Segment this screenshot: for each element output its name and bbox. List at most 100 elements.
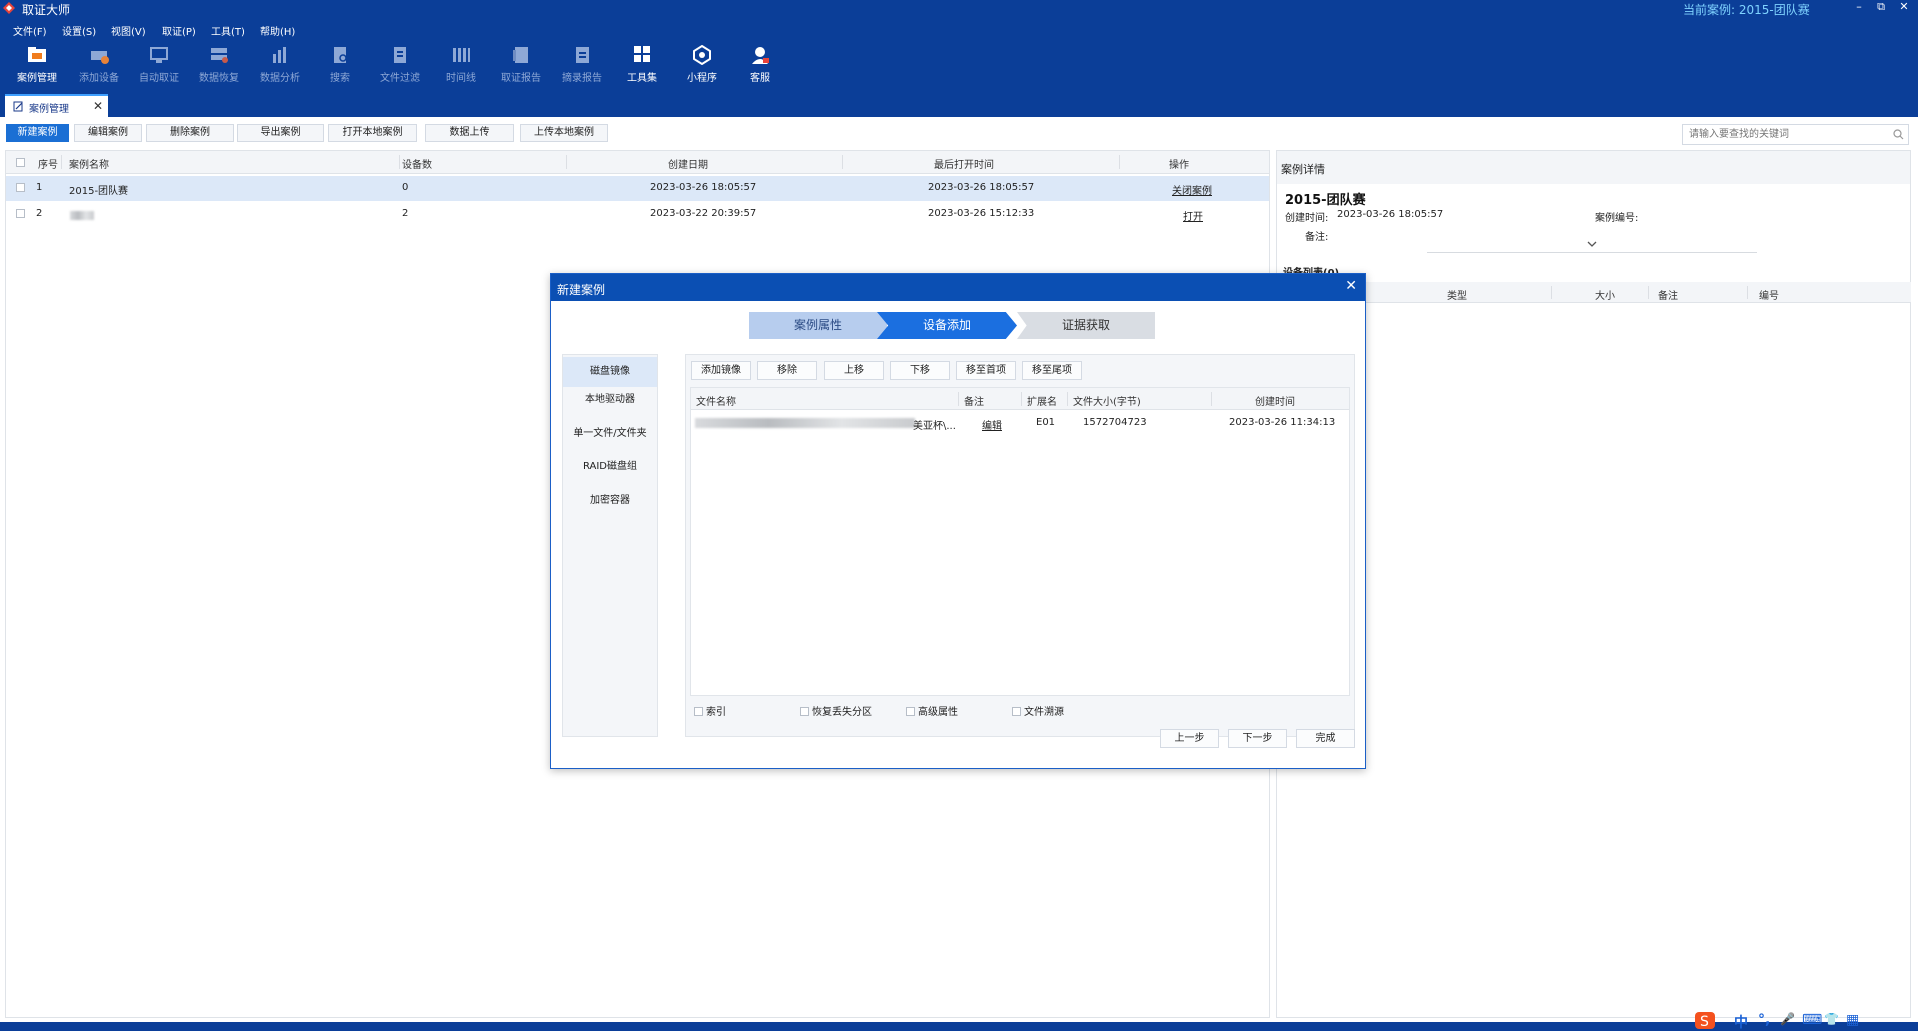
row-last-opened: 2023-03-26 15:12:33 (928, 208, 1035, 219)
blurred-case-name (70, 211, 94, 220)
side-item-single-file[interactable]: 单一文件/文件夹 (563, 419, 657, 449)
open-local-case-button[interactable]: 打开本地案例 (328, 124, 417, 142)
side-item-local-drive[interactable]: 本地驱动器 (563, 385, 657, 415)
device-type-list: 磁盘镜像 本地驱动器 单一文件/文件夹 RAID磁盘组 加密容器 (562, 354, 658, 737)
previous-step-button[interactable]: 上一步 (1160, 729, 1219, 748)
side-item-disk-image[interactable]: 磁盘镜像 (563, 357, 657, 387)
ime-chinese-mode[interactable]: 中 (1734, 1012, 1748, 1031)
file-name: 美亚杯\... (913, 421, 956, 432)
menu-forensics[interactable]: 取证(P) (162, 23, 196, 38)
tool-add-device[interactable]: 添加设备 (74, 45, 124, 91)
col-type: 类型 (1447, 291, 1467, 302)
move-to-last-button[interactable]: 移至尾项 (1022, 361, 1082, 380)
menu-tools[interactable]: 工具(T) (211, 23, 245, 38)
tool-report[interactable]: 取证报告 (496, 45, 546, 91)
close-case-link[interactable]: 关闭案例 (1172, 182, 1212, 197)
ime-punctuation-mode[interactable]: °, (1758, 1012, 1770, 1028)
search-input[interactable] (1683, 125, 1883, 144)
row-checkbox[interactable] (16, 183, 25, 192)
option-recover-partition[interactable]: 恢复丢失分区 (800, 703, 872, 718)
sogou-logo-icon[interactable]: S (1694, 1010, 1716, 1030)
checkbox[interactable] (694, 707, 703, 716)
title-bar: 取证大师 当前案例: 2015-团队赛 – ⧉ ✕ (0, 0, 1918, 17)
row-checkbox[interactable] (16, 209, 25, 218)
step-case-properties[interactable]: 案例属性 (749, 312, 887, 339)
minimize-button[interactable]: – (1850, 0, 1868, 16)
step-evidence-acquisition[interactable]: 证据获取 (1017, 312, 1155, 339)
remark-field[interactable] (1427, 252, 1757, 253)
tool-file-filter[interactable]: 文件过滤 (375, 45, 425, 91)
move-to-first-button[interactable]: 移至首项 (956, 361, 1016, 380)
export-case-button[interactable]: 导出案例 (237, 124, 324, 142)
new-case-button[interactable]: 新建案例 (6, 124, 69, 142)
close-icon[interactable]: ✕ (1345, 278, 1357, 294)
case-table-header: 序号 案例名称 设备数 创建日期 最后打开时间 操作 (6, 151, 1269, 174)
table-row[interactable]: 1 2015-团队赛 0 2023-03-26 18:05:57 2023-03… (6, 176, 1269, 201)
image-panel: 添加镜像 移除 上移 下移 移至首项 移至尾项 文件名称 备注 扩展名 文件大小… (685, 354, 1355, 737)
edit-remark-link[interactable]: 编辑 (982, 417, 1002, 432)
data-upload-button[interactable]: 数据上传 (425, 124, 514, 142)
finish-button[interactable]: 完成 (1296, 729, 1355, 748)
menu-file[interactable]: 文件(F) (13, 23, 47, 38)
checkbox[interactable] (1012, 707, 1021, 716)
tool-timeline[interactable]: 时间线 (436, 45, 486, 91)
chevron-down-icon[interactable] (1587, 241, 1597, 248)
menu-settings[interactable]: 设置(S) (62, 23, 96, 38)
edit-case-button[interactable]: 编辑案例 (74, 124, 142, 142)
dialog-title: 新建案例 (557, 283, 606, 297)
col-number: 编号 (1759, 291, 1779, 302)
upload-local-case-button[interactable]: 上传本地案例 (520, 124, 608, 142)
option-label: 恢复丢失分区 (812, 707, 872, 718)
tool-label: 数据恢复 (199, 73, 239, 84)
status-bar (0, 1022, 1918, 1031)
option-file-trace[interactable]: 文件溯源 (1012, 703, 1064, 718)
search-box[interactable] (1682, 124, 1909, 145)
next-step-button[interactable]: 下一步 (1228, 729, 1287, 748)
search-doc-icon (334, 47, 347, 63)
add-image-button[interactable]: 添加镜像 (691, 361, 751, 380)
move-down-button[interactable]: 下移 (890, 361, 950, 380)
close-icon[interactable]: ✕ (93, 99, 103, 113)
tool-auto-forensic[interactable]: 自动取证 (134, 45, 184, 91)
tool-search[interactable]: 搜索 (315, 45, 365, 91)
tool-data-analysis[interactable]: 数据分析 (255, 45, 305, 91)
app-title: 取证大师 (22, 3, 71, 17)
current-case-label: 当前案例: 2015-团队赛 (1683, 3, 1810, 17)
side-item-encrypted-container[interactable]: 加密容器 (563, 486, 657, 516)
option-index[interactable]: 索引 (694, 703, 726, 718)
tool-excerpt-report[interactable]: 摘录报告 (557, 45, 607, 91)
side-item-raid[interactable]: RAID磁盘组 (563, 452, 657, 482)
restore-button[interactable]: ⧉ (1872, 0, 1890, 16)
tool-data-recovery[interactable]: 数据恢复 (194, 45, 244, 91)
search-icon[interactable] (1893, 129, 1904, 140)
tool-mini-program[interactable]: 小程序 (677, 45, 727, 91)
remove-button[interactable]: 移除 (757, 361, 817, 380)
select-all-checkbox[interactable] (16, 158, 25, 167)
step-add-device[interactable]: 设备添加 (877, 312, 1017, 339)
toolbox-icon[interactable]: ▦ (1846, 1012, 1859, 1028)
skin-icon[interactable]: 👕 (1824, 1012, 1839, 1026)
col-created: 创建日期 (668, 160, 708, 171)
case-manage-icon (28, 47, 46, 62)
move-up-button[interactable]: 上移 (824, 361, 884, 380)
checkbox[interactable] (800, 707, 809, 716)
tool-case-manage[interactable]: 案例管理 (12, 45, 62, 91)
tab-case-manage[interactable]: 案例管理 ✕ (5, 94, 108, 117)
new-case-dialog: 新建案例 ✕ 案例属性 设备添加 证据获取 磁盘镜像 本地驱动器 单一文件/文件… (550, 273, 1366, 769)
tool-customer-service[interactable]: 客服 (735, 45, 785, 91)
checkbox[interactable] (906, 707, 915, 716)
option-advanced-attributes[interactable]: 高级属性 (906, 703, 958, 718)
keyboard-icon[interactable]: ⌨ (1802, 1012, 1822, 1028)
tool-label: 时间线 (446, 73, 476, 84)
close-window-button[interactable]: ✕ (1895, 0, 1913, 16)
option-label: 索引 (706, 707, 726, 718)
delete-case-button[interactable]: 删除案例 (146, 124, 234, 142)
microphone-icon[interactable]: 🎤 (1780, 1012, 1795, 1026)
tool-toolset[interactable]: 工具集 (617, 45, 667, 91)
table-row[interactable]: 美亚杯\... 编辑 E01 1572704723 2023-03-26 11:… (691, 412, 1349, 436)
menu-view[interactable]: 视图(V) (111, 23, 146, 38)
open-case-link[interactable]: 打开 (1183, 208, 1203, 223)
tool-label: 添加设备 (79, 73, 119, 84)
table-row[interactable]: 2 2 2023-03-22 20:39:57 2023-03-26 15:12… (6, 202, 1269, 227)
menu-help[interactable]: 帮助(H) (260, 23, 295, 38)
